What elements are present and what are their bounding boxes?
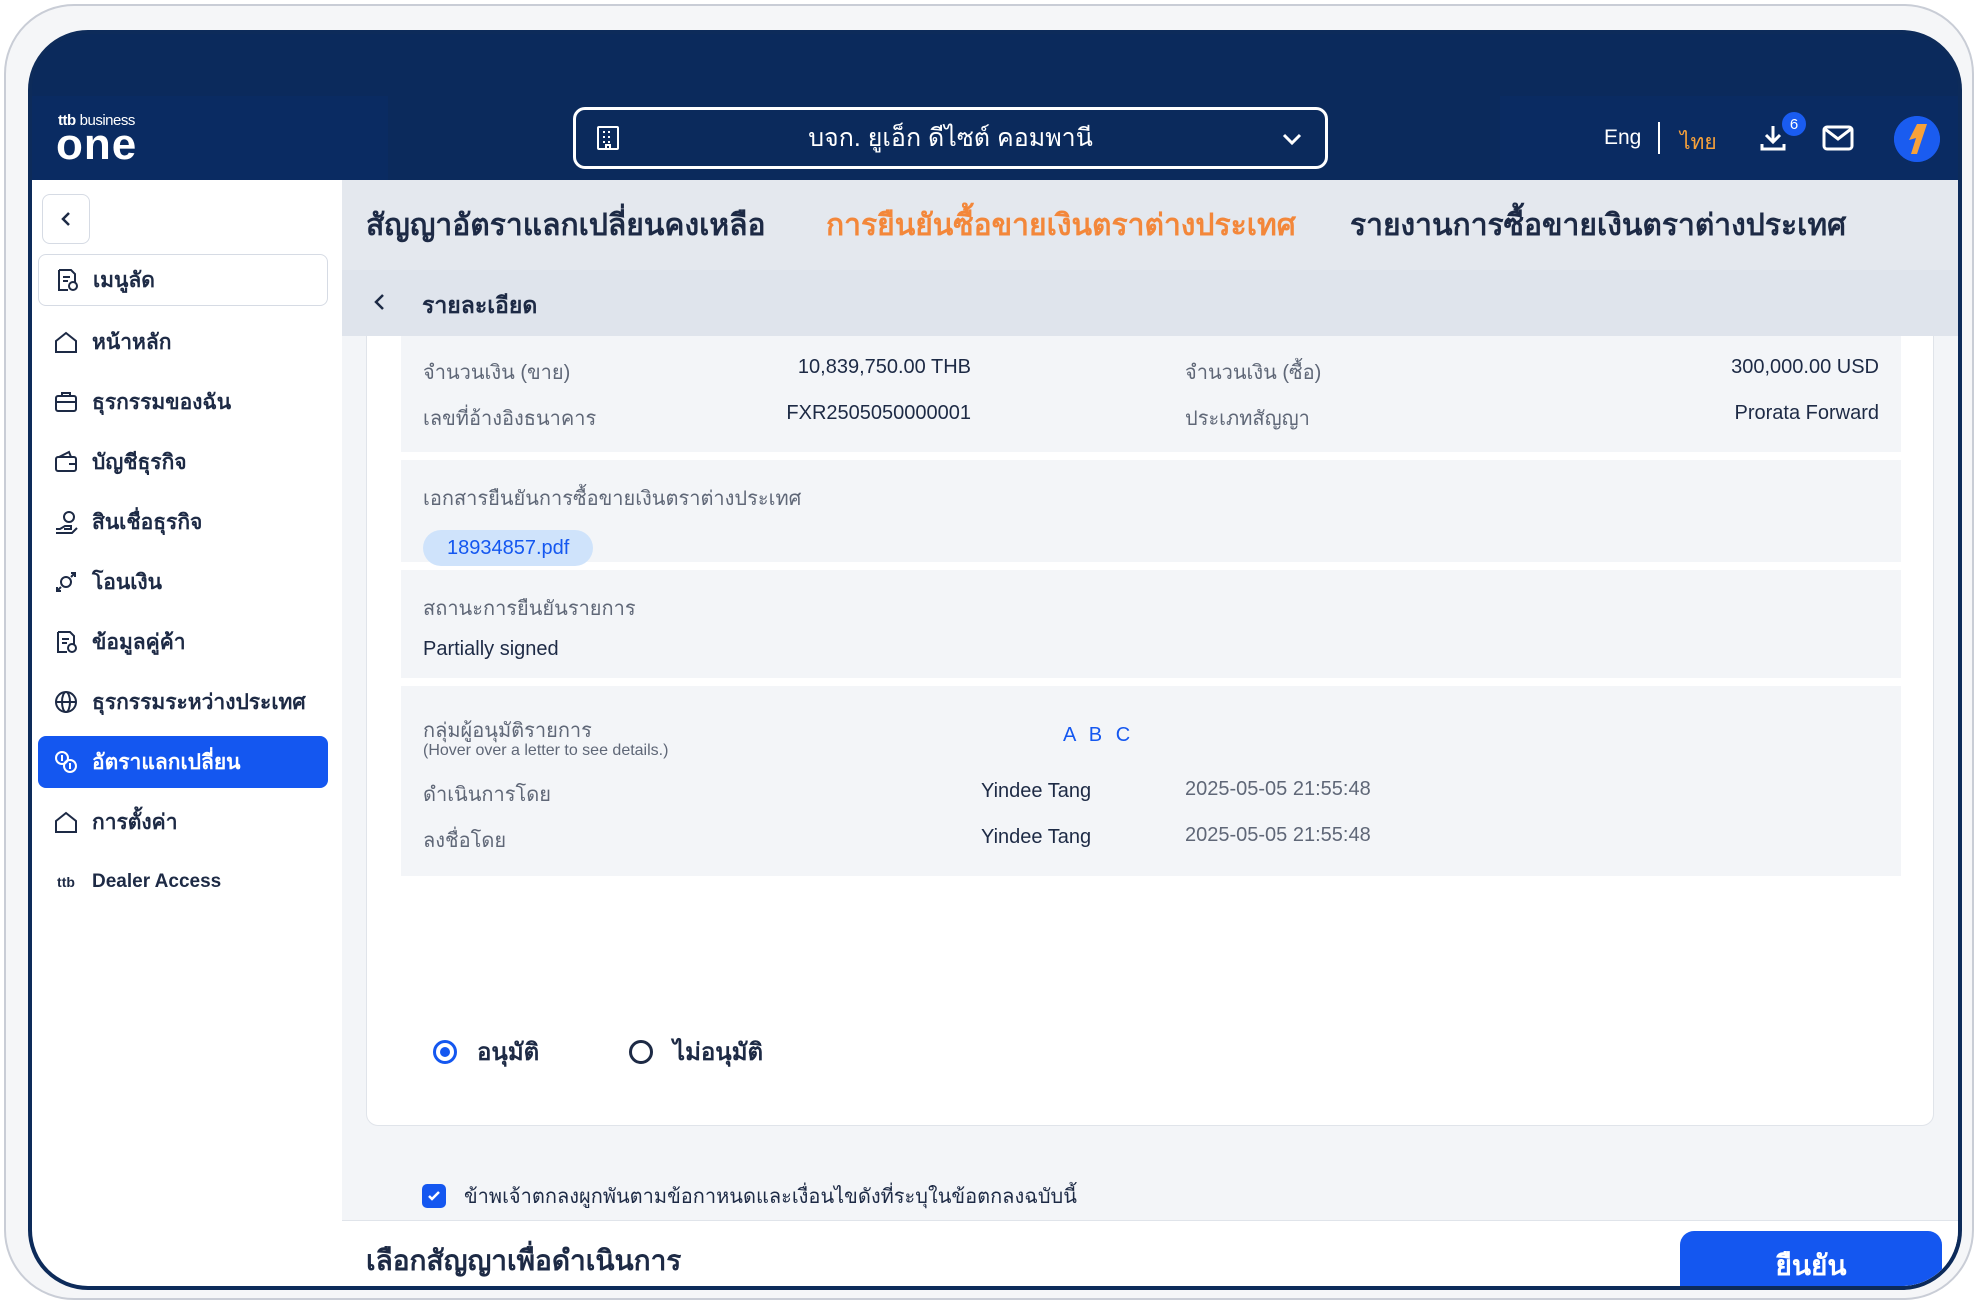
- signed-by-label: ลงชื่อโดย: [423, 830, 507, 852]
- sidebar-item-exchange-rate[interactable]: อัตราแลกเปลี่ยน: [38, 736, 328, 788]
- sidebar-item-my-transactions[interactable]: ธุรกรรมของฉัน: [38, 376, 328, 428]
- sidebar: เมนูลัด หน้าหลัก ธุรกรรมของฉัน บัญชีธุรก…: [32, 180, 342, 1286]
- status-label: สถานะการยืนยันรายการ: [423, 598, 636, 620]
- action-footer: เลือกสัญญาเพื่อดำเนินการ ยืนยัน: [342, 1220, 1958, 1286]
- contract-type-value: Prorata Forward: [1734, 402, 1880, 424]
- approve-radio-button[interactable]: [433, 1039, 457, 1064]
- sidebar-item-label: อัตราแลกเปลี่ยน: [92, 750, 241, 774]
- shortcut-icon: [53, 266, 81, 294]
- tab-fx-confirmation[interactable]: การยืนยันซื้อขายเงินตราต่างประเทศ: [826, 202, 1296, 249]
- tab-fx-report[interactable]: รายงานการซื้อขายเงินตราต่างประเทศ: [1350, 202, 1846, 249]
- agreement-text: ข้าพเจ้าตกลงผูกพันตามข้อกาหนดและเงื่อนไข…: [464, 1186, 1077, 1208]
- logo[interactable]: ttb business one: [32, 96, 388, 180]
- home-icon: [52, 328, 80, 356]
- sidebar-item-home[interactable]: หน้าหลัก: [38, 316, 328, 368]
- collapse-sidebar-button[interactable]: [42, 194, 90, 244]
- approve-label: อนุมัติ: [477, 1039, 540, 1066]
- processed-by-label: ดำเนินการโดย: [423, 784, 551, 806]
- download-count-badge: 6: [1780, 110, 1808, 138]
- exchange-icon: [52, 748, 80, 776]
- detail-card: จำนวนเงิน (ขาย) 10,839,750.00 THB จำนวนเ…: [366, 336, 1934, 1126]
- check-icon: [428, 1191, 440, 1201]
- chevron-left-icon: [61, 212, 70, 226]
- reject-radio[interactable]: ไม่อนุมัติ: [629, 1032, 763, 1071]
- agreement-checkbox[interactable]: [422, 1184, 446, 1208]
- sidebar-item-settings[interactable]: การตั้งค่า: [38, 796, 328, 848]
- sidebar-item-label: สินเชื่อธุรกิจ: [92, 510, 203, 534]
- document-label: เอกสารยืนยันการซื้อขายเงินตราต่างประเทศ: [423, 488, 802, 510]
- back-icon[interactable]: [368, 290, 392, 319]
- sidebar-item-label: หน้าหลัก: [92, 330, 172, 354]
- company-name: บจก. ยูเอ็ก ดีไซต์ คอมพานี: [808, 124, 1093, 152]
- tab-remaining-contracts[interactable]: สัญญาอัตราแลกเปลี่ยนคงเหลือ: [366, 202, 766, 249]
- page-title: รายละเอียด: [422, 292, 538, 318]
- sidebar-item-label: โอนเงิน: [92, 570, 163, 594]
- sell-amount-label: จำนวนเงิน (ขาย): [423, 362, 571, 384]
- header-actions: [1500, 96, 1958, 180]
- tab-bar: สัญญาอัตราแลกเปลี่ยนคงเหลือ การยืนยันซื้…: [342, 180, 1958, 270]
- document-section: เอกสารยืนยันการซื้อขายเงินตราต่างประเทศ …: [401, 460, 1901, 566]
- bank-ref-label: เลขที่อ้างอิงธนาคาร: [423, 408, 597, 430]
- sidebar-item-label: เมนูลัด: [93, 268, 155, 292]
- detail-header: รายละเอียด: [342, 270, 1958, 336]
- sidebar-item-international[interactable]: ธุรกรรมระหว่างประเทศ: [38, 676, 328, 728]
- signed-time: 2025-05-05 21:55:48: [1185, 824, 1371, 846]
- company-select[interactable]: บจก. ยูเอ็ก ดีไซต์ คอมพานี: [573, 107, 1328, 169]
- lang-divider: [1658, 122, 1660, 154]
- lang-thai-button[interactable]: ไทย: [1680, 126, 1717, 159]
- sell-amount-value: 10,839,750.00 THB: [797, 356, 971, 378]
- reject-radio-button[interactable]: [629, 1039, 653, 1064]
- logo-one-text: one: [56, 120, 138, 169]
- approve-radio[interactable]: อนุมัติ: [433, 1032, 539, 1071]
- chevron-down-icon: [1279, 126, 1305, 159]
- sidebar-item-label: การตั้งค่า: [92, 810, 178, 834]
- reject-label: ไม่อนุมัติ: [673, 1039, 764, 1066]
- approver-hint: (Hover over a letter to see details.): [423, 742, 669, 759]
- loan-icon: [52, 508, 80, 536]
- sidebar-item-label: ธุรกรรมระหว่างประเทศ: [92, 690, 306, 714]
- footer-text: เลือกสัญญาเพื่อดำเนินการ: [366, 1245, 682, 1276]
- wallet-icon: [52, 448, 80, 476]
- app-screen: ttb business one บจก. ยูเอ็ก ดีไซต์ คอมพา…: [28, 30, 1962, 1290]
- partner-icon: [52, 628, 80, 656]
- contract-type-label: ประเภทสัญญา: [1185, 408, 1310, 430]
- buy-amount-value: 300,000.00 USD: [1731, 356, 1879, 378]
- sidebar-item-partner-info[interactable]: ข้อมูลคู่ค้า: [38, 616, 328, 668]
- sidebar-item-label: ธุรกรรมของฉัน: [92, 390, 232, 414]
- amount-section: จำนวนเงิน (ขาย) 10,839,750.00 THB จำนวนเ…: [401, 336, 1901, 452]
- sidebar-item-dealer-access[interactable]: ttb Dealer Access: [38, 856, 328, 908]
- sidebar-item-business-account[interactable]: บัญชีธุรกิจ: [38, 436, 328, 488]
- processed-time: 2025-05-05 21:55:48: [1185, 778, 1371, 800]
- sidebar-item-label: บัญชีธุรกิจ: [92, 450, 187, 474]
- top-bar: ttb business one บจก. ยูเอ็ก ดีไซต์ คอมพา…: [32, 34, 1958, 180]
- status-section: สถานะการยืนยันรายการ Partially signed: [401, 570, 1901, 678]
- main-content: สัญญาอัตราแลกเปลี่ยนคงเหลือ การยืนยันซื้…: [342, 180, 1958, 1286]
- lang-eng-button[interactable]: Eng: [1604, 126, 1641, 150]
- status-value: Partially signed: [423, 638, 559, 660]
- confirm-button[interactable]: ยืนยัน: [1680, 1231, 1942, 1286]
- transfer-icon: [52, 568, 80, 596]
- sidebar-item-label: Dealer Access: [92, 871, 222, 892]
- bank-ref-value: FXR2505050000001: [786, 402, 971, 424]
- device-frame: ttb business one บจก. ยูเอ็ก ดีไซต์ คอมพา…: [4, 4, 1974, 1300]
- settings-icon: [52, 808, 80, 836]
- sidebar-item-shortcut[interactable]: เมนูลัด: [38, 254, 328, 306]
- briefcase-icon: [52, 388, 80, 416]
- building-icon: [594, 124, 622, 159]
- approver-section: กลุ่มผู้อนุมัติรายการ (Hover over a lett…: [401, 686, 1901, 876]
- processed-by-name: Yindee Tang: [981, 780, 1092, 802]
- globe-icon: [52, 688, 80, 716]
- mail-icon[interactable]: [1821, 124, 1855, 157]
- agreement-row[interactable]: ข้าพเจ้าตกลงผูกพันตามข้อกาหนดและเงื่อนไข…: [422, 1180, 1077, 1212]
- signed-by-name: Yindee Tang: [981, 826, 1092, 848]
- sidebar-item-label: ข้อมูลคู่ค้า: [92, 630, 186, 654]
- sidebar-item-business-loan[interactable]: สินเชื่อธุรกิจ: [38, 496, 328, 548]
- sidebar-item-transfer[interactable]: โอนเงิน: [38, 556, 328, 608]
- ttb-icon: ttb: [57, 874, 75, 890]
- avatar[interactable]: [1894, 116, 1940, 162]
- pdf-file-chip[interactable]: 18934857.pdf: [423, 530, 594, 566]
- buy-amount-label: จำนวนเงิน (ซื้อ): [1185, 362, 1322, 384]
- approver-group-letters[interactable]: A B C: [1063, 724, 1134, 747]
